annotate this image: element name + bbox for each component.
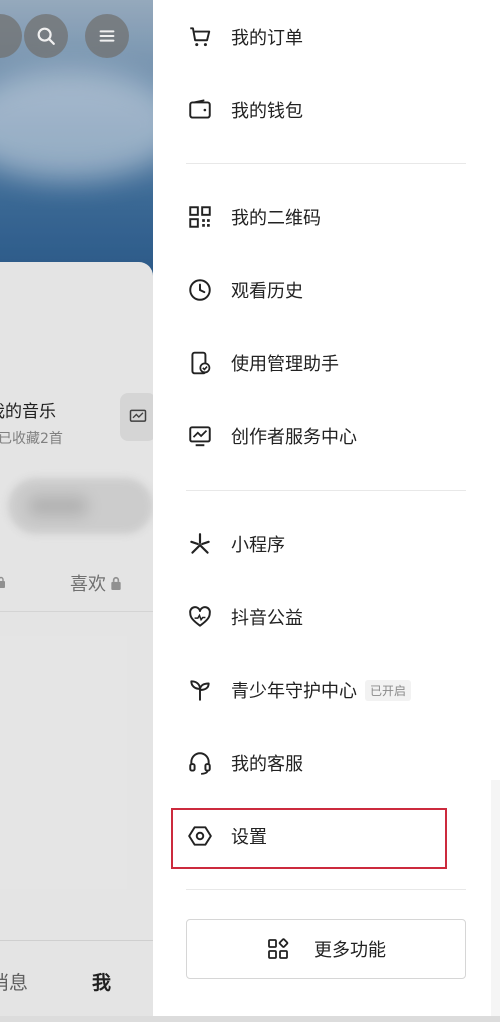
menu-item-charity[interactable]: 抖音公益 [187,597,487,637]
menu-item-label: 我的订单 [231,28,303,49]
menu-item-label: 使用管理助手 [231,354,339,375]
wallet-icon [187,97,213,123]
menu-item-qr-code[interactable]: 我的二维码 [187,197,487,237]
bottom-edge [0,1016,500,1022]
menu-divider [186,490,466,491]
menu-item-watch-history[interactable]: 观看历史 [187,270,487,310]
menu-divider [186,889,466,890]
menu-item-label: 青少年守护中心 [231,681,357,702]
menu-item-label: 小程序 [231,535,285,556]
clock-icon [187,277,213,303]
menu-item-mini-programs[interactable]: 小程序 [187,524,487,564]
settings-highlight-box [171,808,447,869]
menu-item-customer-service[interactable]: 我的客服 [187,743,487,783]
menu-item-label: 我的客服 [231,754,303,775]
mini-program-icon [187,531,213,557]
edge-shade [491,780,500,1022]
menu-item-label: 我的二维码 [231,208,321,229]
cart-icon [187,24,213,50]
menu-item-creator-center[interactable]: 创作者服务中心 [187,416,487,456]
more-features-label: 更多功能 [314,940,386,961]
phone-check-icon [187,350,213,376]
heart-charity-icon [187,604,213,630]
headset-icon [187,750,213,776]
status-badge: 已开启 [365,679,412,701]
monitor-chart-icon [187,423,213,449]
menu-item-label: 观看历史 [231,281,303,302]
menu-item-label: 我的钱包 [231,101,303,122]
menu-item-label: 创作者服务中心 [231,427,357,448]
apps-grid-icon [268,938,289,959]
profile-page-background: 我的音乐 已收藏2首 喜欢 消息 我 [0,0,153,1022]
menu-item-label: 抖音公益 [231,608,303,629]
more-features-button[interactable]: 更多功能 [186,919,466,979]
menu-item-usage-assistant[interactable]: 使用管理助手 [187,343,487,383]
sprout-icon [187,677,213,703]
menu-item-orders[interactable]: 我的订单 [187,17,487,57]
dim-overlay[interactable] [0,0,153,1022]
menu-divider [186,163,466,164]
qr-code-icon [187,204,213,230]
side-drawer: 我的订单 我的钱包 我的二维码 观看历史 使用管理助手 创作者服务中心 小程序 … [153,0,500,1022]
menu-item-wallet[interactable]: 我的钱包 [187,90,487,130]
menu-item-youth-protection[interactable]: 青少年守护中心 已开启 [187,670,487,710]
